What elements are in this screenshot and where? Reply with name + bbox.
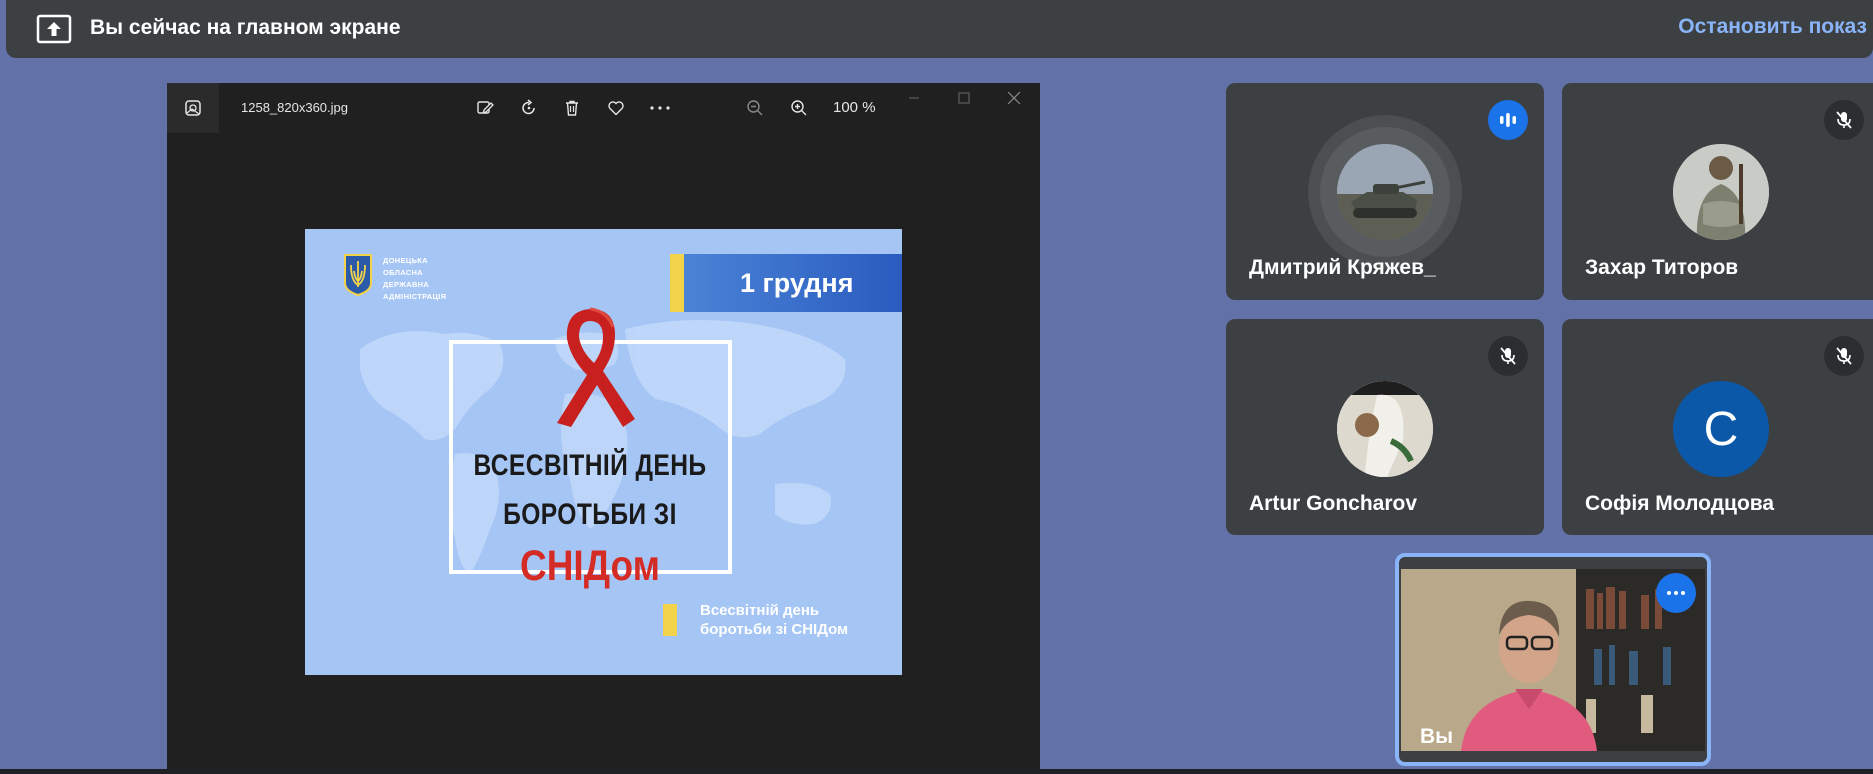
zoom-level[interactable]: 100 % <box>833 99 876 116</box>
participant-name: Artur Goncharov <box>1249 492 1418 515</box>
stop-presenting-button[interactable]: Остановить показ <box>1678 15 1867 39</box>
poster-title-line1: ВСЕСВІТНІЙ ДЕНЬ <box>473 449 707 482</box>
self-name-label: Вы <box>1420 725 1454 748</box>
edit-icon[interactable] <box>471 95 499 121</box>
minimize-icon[interactable] <box>900 85 928 111</box>
participant-tile[interactable]: Artur Goncharov <box>1226 319 1544 535</box>
avatar-initial: С <box>1703 402 1739 456</box>
participant-tile[interactable]: С Софія Молодцова <box>1562 319 1873 535</box>
mic-off-icon <box>1488 336 1528 376</box>
participant-tile[interactable]: Захар Титоров <box>1562 83 1873 300</box>
mic-off-icon <box>1824 100 1864 140</box>
poster-image: ДОНЕЦЬКА ОБЛАСНА ДЕРЖАВНА АДМІНІСТРАЦІЯ … <box>305 229 902 675</box>
viewer-titlebar: 1258_820x360.jpg 100 % <box>167 83 1040 133</box>
organization-name: ДОНЕЦЬКА ОБЛАСНА ДЕРЖАВНА АДМІНІСТРАЦІЯ <box>383 256 447 301</box>
more-icon[interactable] <box>646 95 674 121</box>
more-options-icon[interactable] <box>1656 573 1696 613</box>
mic-off-icon <box>1824 336 1864 376</box>
participant-name: Захар Титоров <box>1585 256 1739 279</box>
speaking-indicator-icon <box>1488 100 1528 140</box>
zoom-in-icon[interactable] <box>785 95 813 121</box>
avatar <box>1337 381 1433 477</box>
present-to-all-icon <box>30 12 78 46</box>
bottom-strip <box>0 769 1873 774</box>
maximize-icon[interactable] <box>950 85 978 111</box>
poster-title-line3: СНІДом <box>520 542 660 590</box>
participant-name: Софія Молодцова <box>1585 492 1775 515</box>
self-video-tile[interactable]: Вы <box>1395 553 1711 766</box>
presenting-status-text: Вы сейчас на главном экране <box>90 16 401 39</box>
delete-icon[interactable] <box>558 95 586 121</box>
red-ribbon-icon <box>557 307 635 427</box>
participant-name: Дмитрий Кряжев_ <box>1249 256 1436 279</box>
photos-app-icon <box>167 83 219 133</box>
poster-subtitle: Всесвітній день боротьби зі СНІДом <box>700 602 849 638</box>
avatar <box>1337 144 1433 240</box>
favorite-icon[interactable] <box>602 95 630 121</box>
presenting-banner: Вы сейчас на главном экране Остановить п… <box>6 0 1873 58</box>
viewer-filename: 1258_820x360.jpg <box>241 100 348 115</box>
close-icon[interactable] <box>1000 85 1028 111</box>
participant-tile[interactable]: Дмитрий Кряжев_ <box>1226 83 1544 300</box>
date-banner: 1 грудня <box>670 254 902 312</box>
avatar: С <box>1673 381 1769 477</box>
poster-title-line2: БОРОТЬБИ ЗІ <box>503 498 677 531</box>
rotate-icon[interactable] <box>515 95 543 121</box>
date-text: 1 грудня <box>740 268 854 298</box>
trident-emblem-icon <box>344 254 372 297</box>
avatar <box>1673 144 1769 240</box>
zoom-out-icon[interactable] <box>741 95 769 121</box>
